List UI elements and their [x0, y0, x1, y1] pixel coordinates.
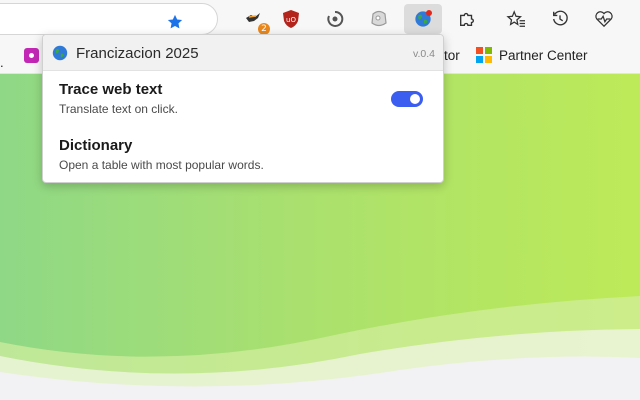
bookmark-partner-center[interactable]: Partner Center — [476, 47, 588, 63]
bookmark-label: Partner Center — [499, 47, 588, 63]
favorites-icon[interactable] — [502, 5, 530, 33]
globe-extension-icon[interactable] — [404, 4, 442, 34]
trace-web-text-toggle[interactable] — [391, 91, 423, 107]
bookmark-partial-text[interactable]: . — [0, 55, 4, 70]
history-icon[interactable] — [546, 5, 574, 33]
extension-popup: Francizacion 2025 v.0.4 Trace web text T… — [42, 34, 444, 183]
ublock-icon[interactable]: uO — [277, 5, 305, 33]
ghost-extension-icon[interactable] — [365, 5, 393, 33]
popup-header: Francizacion 2025 v.0.4 — [43, 35, 443, 71]
popup-version: v.0.4 — [413, 48, 435, 60]
bookmark-favicon[interactable] — [24, 48, 39, 63]
bookmark-star-icon[interactable] — [164, 11, 186, 33]
dictionary-title[interactable]: Dictionary — [59, 137, 132, 154]
browser-toolbar: 2 uO — [0, 0, 640, 38]
puzzle-icon[interactable] — [453, 5, 481, 33]
dictionary-description[interactable]: Open a table with most popular words. — [59, 158, 264, 172]
refresh-extension-icon[interactable] — [321, 5, 349, 33]
ublock-label: uO — [286, 16, 296, 24]
bookmark-partial-tor[interactable]: tor — [444, 48, 460, 63]
heartbeat-icon[interactable] — [590, 5, 618, 33]
globe-logo-icon — [52, 45, 68, 66]
microsoft-logo-icon — [476, 47, 492, 63]
address-bar[interactable] — [0, 3, 218, 35]
toggle-knob — [410, 94, 420, 104]
popup-title: Francizacion 2025 — [76, 45, 199, 62]
ninja-extension-icon[interactable]: 2 — [239, 5, 270, 35]
notification-dot — [426, 10, 432, 16]
trace-web-text-description: Translate text on click. — [59, 102, 178, 116]
trace-web-text-title: Trace web text — [59, 81, 163, 98]
